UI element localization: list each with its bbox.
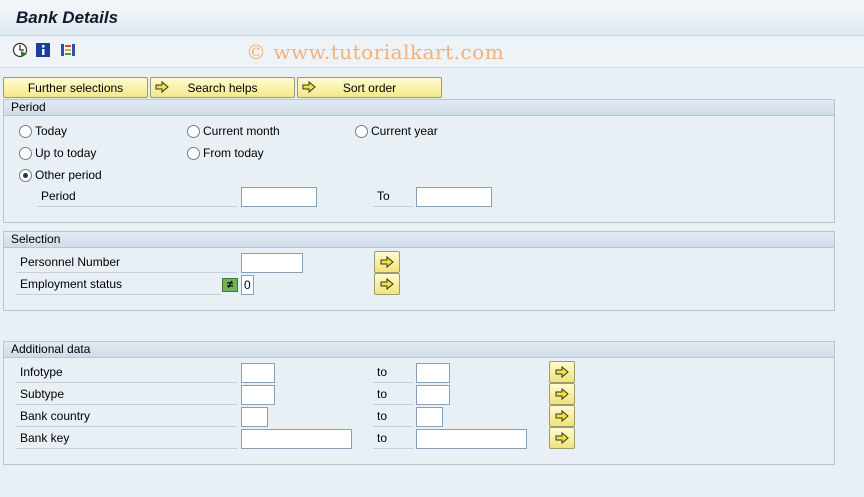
info-icon[interactable] (35, 42, 51, 58)
sort-order-label: Sort order (342, 80, 397, 95)
arrow-right-icon (380, 255, 394, 269)
further-selections-button[interactable]: Further selections (3, 77, 148, 98)
watermark-text: © www.tutorialkart.com (246, 40, 505, 64)
bank-country-from-input[interactable] (241, 407, 268, 427)
radio-today-label: Today (35, 124, 68, 138)
radio-other-period-label: Other period (35, 168, 102, 182)
arrow-right-icon (155, 80, 169, 94)
employment-status-multiple-selection-button[interactable] (374, 273, 400, 295)
further-selections-label: Further selections (27, 80, 124, 95)
bank-country-to-label: to (373, 407, 413, 427)
bank-key-label: Bank key (16, 429, 237, 449)
subtype-to-label: to (373, 385, 413, 405)
infotype-to-label: to (373, 363, 413, 383)
subtype-multiple-selection-button[interactable] (549, 383, 575, 405)
employment-status-input[interactable]: 0 (241, 275, 254, 295)
period-to-input[interactable] (416, 187, 492, 207)
bank-country-to-input[interactable] (416, 407, 443, 427)
arrow-right-icon (555, 409, 569, 423)
additional-data-group-header: Additional data (4, 342, 834, 358)
radio-circle (187, 124, 200, 138)
subtype-to-input[interactable] (416, 385, 450, 405)
radio-current-year-label: Current year (371, 124, 438, 138)
infotype-from-input[interactable] (241, 363, 275, 383)
period-to-label: To (373, 187, 413, 207)
employment-status-label: Employment status (16, 275, 221, 295)
radio-up-to-today-label: Up to today (35, 146, 97, 160)
selection-options-icon[interactable] (60, 42, 76, 58)
bank-key-from-input[interactable] (241, 429, 352, 449)
infotype-label: Infotype (16, 363, 237, 383)
period-from-input[interactable] (241, 187, 317, 207)
sort-order-button[interactable]: Sort order (297, 77, 442, 98)
radio-today[interactable]: Today (19, 124, 67, 138)
title-bar: Bank Details (0, 0, 864, 36)
radio-from-today-label: From today (203, 146, 264, 160)
subtype-label: Subtype (16, 385, 237, 405)
bank-key-to-label: to (373, 429, 413, 449)
radio-other-period[interactable]: Other period (19, 168, 102, 182)
period-label: Period (37, 187, 237, 207)
arrow-right-icon (380, 277, 394, 291)
search-helps-button[interactable]: Search helps (150, 77, 295, 98)
bank-country-multiple-selection-button[interactable] (549, 405, 575, 427)
infotype-to-input[interactable] (416, 363, 450, 383)
bank-country-label: Bank country (16, 407, 237, 427)
subtype-from-input[interactable] (241, 385, 275, 405)
bank-key-multiple-selection-button[interactable] (549, 427, 575, 449)
radio-circle (355, 124, 368, 138)
radio-current-year[interactable]: Current year (355, 124, 438, 138)
radio-current-month[interactable]: Current month (187, 124, 280, 138)
radio-circle-selected (19, 168, 32, 182)
radio-from-today[interactable]: From today (187, 146, 264, 160)
arrow-right-icon (555, 387, 569, 401)
personnel-number-input[interactable] (241, 253, 303, 273)
infotype-multiple-selection-button[interactable] (549, 361, 575, 383)
bank-key-to-input[interactable] (416, 429, 527, 449)
radio-current-month-label: Current month (203, 124, 280, 138)
personnel-number-label: Personnel Number (16, 253, 237, 273)
period-group-header: Period (4, 100, 834, 116)
page-title: Bank Details (16, 8, 119, 27)
radio-circle (187, 146, 200, 160)
radio-circle (19, 146, 32, 160)
radio-circle (19, 124, 32, 138)
radio-up-to-today[interactable]: Up to today (19, 146, 96, 160)
personnel-number-multiple-selection-button[interactable] (374, 251, 400, 273)
not-equal-selection-option-icon[interactable]: ≠ (222, 278, 238, 292)
selection-group-header: Selection (4, 232, 834, 248)
execute-icon[interactable] (12, 42, 28, 58)
arrow-right-icon (555, 431, 569, 445)
search-helps-label: Search helps (187, 80, 258, 95)
arrow-right-icon (302, 80, 316, 94)
arrow-right-icon (555, 365, 569, 379)
